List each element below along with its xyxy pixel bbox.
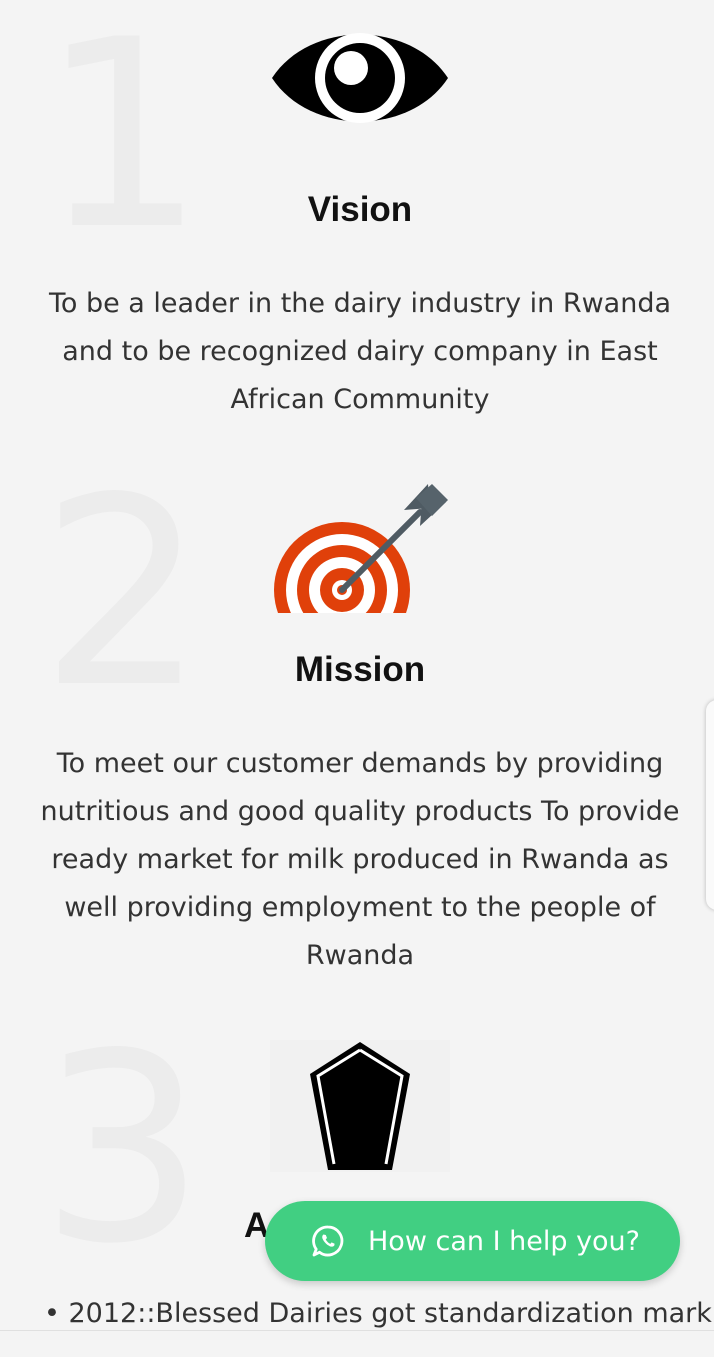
mission-title: Mission — [294, 650, 426, 689]
chat-help-button[interactable]: How can I help you? — [265, 1201, 680, 1281]
target-icon — [270, 482, 450, 619]
chat-help-label: How can I help you? — [368, 1225, 641, 1257]
mission-text: To meet our customer demands by providin… — [40, 748, 680, 971]
vision-text: To be a leader in the dairy industry in … — [48, 288, 672, 415]
whatsapp-icon — [311, 1224, 345, 1258]
achievement-item: • 2012::Blessed Dairies got standardizat… — [44, 1298, 712, 1329]
bottom-edge — [0, 1330, 714, 1357]
vision-title: Vision — [307, 190, 413, 229]
side-drawer-handle[interactable] — [706, 700, 714, 910]
section-number-3: 3 — [40, 999, 205, 1301]
page: 1 Vision To be a leader in the dairy ind… — [0, 0, 714, 1357]
eye-icon — [270, 22, 450, 139]
gem-icon — [270, 1040, 450, 1177]
